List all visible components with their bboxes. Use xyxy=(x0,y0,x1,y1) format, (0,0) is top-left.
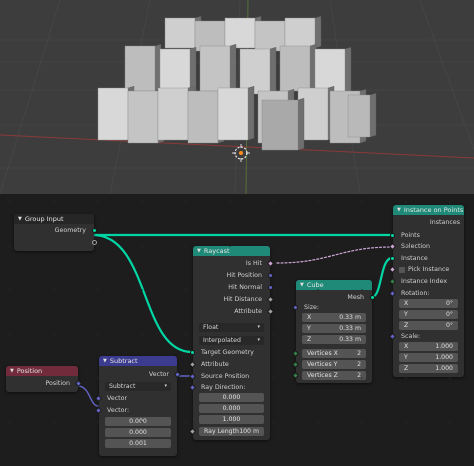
cube-instance xyxy=(124,45,156,92)
cube-instance-side xyxy=(247,85,255,141)
cube-instance xyxy=(164,17,196,49)
cube-instance-side xyxy=(314,15,322,49)
editor-grid-dots xyxy=(9,201,451,423)
cube-instance xyxy=(224,17,256,49)
cube-instance xyxy=(199,45,231,92)
cube-instances[interactable] xyxy=(97,15,377,151)
cube-instance-side xyxy=(344,46,352,95)
cube-instance xyxy=(217,87,249,141)
blender-window: ▼ Group Input Geometry ▼ Raycast Is Hit … xyxy=(0,0,474,466)
cube-instance-side xyxy=(369,92,377,138)
3d-viewport[interactable] xyxy=(0,0,474,194)
cube-instance xyxy=(261,99,299,151)
cube-instance xyxy=(97,87,129,141)
cube-instance xyxy=(157,87,189,141)
viewport-canvas[interactable] xyxy=(0,0,474,194)
cube-instance-side xyxy=(229,43,237,92)
cube-instance-side xyxy=(269,46,277,95)
node-editor[interactable]: ▼ Group Input Geometry ▼ Raycast Is Hit … xyxy=(0,194,474,466)
cube-instance xyxy=(279,45,311,92)
cube-instance xyxy=(187,90,219,144)
cube-instance-side xyxy=(297,97,305,151)
cube-instance xyxy=(239,48,271,95)
cube-instance xyxy=(127,90,159,144)
cube-instance xyxy=(284,17,316,49)
cube-instance xyxy=(159,48,191,95)
cube-instance xyxy=(347,94,371,138)
